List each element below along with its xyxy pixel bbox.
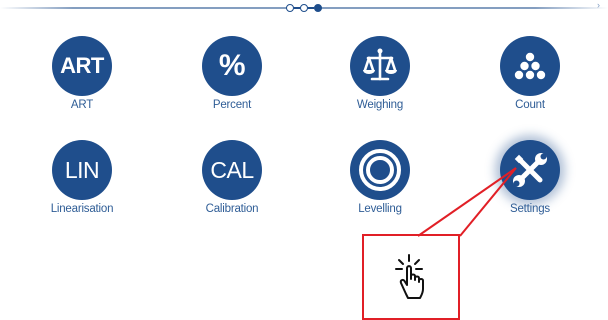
tile-label-art: ART	[70, 99, 94, 111]
tile-count[interactable]: Count	[480, 36, 580, 126]
balance-scale-icon	[350, 36, 410, 96]
tile-weighing[interactable]: Weighing	[330, 36, 430, 126]
art-text-icon: ART	[52, 36, 112, 96]
tap-hand-icon	[393, 252, 433, 302]
count-dots-icon	[500, 36, 560, 96]
percent-icon: %	[202, 36, 262, 96]
tile-label-settings: Settings	[510, 203, 550, 215]
page-dot-1[interactable]	[286, 4, 294, 12]
tile-label-weighing: Weighing	[356, 99, 404, 111]
page-dot-2[interactable]	[300, 4, 308, 12]
tile-calibration[interactable]: CAL Calibration	[182, 140, 282, 230]
page-indicator[interactable]	[286, 3, 322, 13]
tile-settings[interactable]: Settings	[480, 140, 580, 230]
wrench-screwdriver-icon	[500, 140, 560, 200]
page-dot-3-active[interactable]	[314, 4, 322, 12]
tile-label-calibration: Calibration	[205, 203, 259, 215]
tile-label-linearisation: Linearisation	[50, 203, 114, 215]
lin-text-icon: LIN	[52, 140, 112, 200]
level-rings-icon	[350, 140, 410, 200]
tile-linearisation[interactable]: LIN Linearisation	[32, 140, 132, 230]
cal-text-icon: CAL	[202, 140, 262, 200]
tile-levelling[interactable]: Levelling	[330, 140, 430, 230]
corner-mark: ›	[597, 0, 600, 10]
tile-label-count: Count	[515, 99, 545, 111]
tile-label-percent: Percent	[212, 99, 252, 111]
tile-label-levelling: Levelling	[358, 203, 402, 215]
tile-percent[interactable]: % Percent	[182, 36, 282, 126]
tile-art[interactable]: ART ART	[32, 36, 132, 126]
